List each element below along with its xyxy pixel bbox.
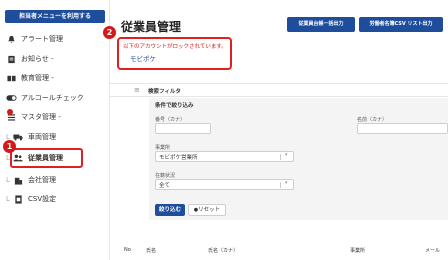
- table-header-office: 事業所: [350, 248, 366, 254]
- table-header-name-kana: 氏名（カナ）: [208, 248, 239, 254]
- sidebar-item-label: お知らせ -: [21, 55, 54, 63]
- sidebar-item-csv-settings[interactable]: L CSV設定: [0, 191, 110, 207]
- sidebar-item-alerts[interactable]: アラート管理: [0, 31, 110, 47]
- sidebar-item-label: アルコールチェック: [21, 94, 84, 102]
- status-select-value: 全て: [159, 183, 171, 189]
- annotation-badge-1: 1: [3, 140, 16, 153]
- sidebar-item-label: 教育管理 -: [21, 74, 54, 82]
- filter-panel: 条件で絞り込み 番号（カナ） 名前（カナ） 事業所 モビポケ営業所 ▾ 在籍状況…: [149, 98, 448, 220]
- filter-panel-title: 条件で絞り込み: [155, 103, 194, 109]
- chevron-down-icon: ▾: [285, 152, 288, 158]
- annotation-badge-2: 2: [103, 26, 116, 39]
- sidebar-item-label: 車両管理: [28, 133, 56, 141]
- bell-icon: [5, 34, 17, 44]
- filter-search-button[interactable]: 絞り込む: [155, 204, 185, 216]
- office-select-value: モビポケ営業所: [159, 155, 198, 161]
- admin-menu-button[interactable]: 担当者メニューを利用する: [5, 10, 105, 23]
- locked-account-link[interactable]: モビポケ: [130, 53, 156, 63]
- lock-alert: 以下のアカウントがロックされています。 モビポケ: [117, 37, 232, 70]
- sidebar-item-vehicles[interactable]: L 車両管理: [0, 129, 110, 145]
- highlight-employees: [10, 148, 83, 168]
- table-header-no: No: [124, 247, 131, 253]
- sidebar-item-label: 会社管理: [28, 176, 56, 184]
- employee-no-label: 番号（カナ）: [155, 117, 186, 123]
- bulk-output-button[interactable]: 従業員台帳一括出力: [287, 17, 355, 32]
- sidebar-item-companies[interactable]: L 会社管理: [0, 172, 110, 188]
- status-select[interactable]: 全て ▾: [155, 179, 294, 190]
- truck-icon: [12, 132, 24, 142]
- csv-file-icon: [12, 194, 24, 204]
- menu-icon: ≡: [134, 86, 140, 94]
- sidebar-item-label: アラート管理: [21, 35, 63, 43]
- notification-dot: [7, 109, 13, 115]
- sidebar-item-label: マスタ管理 -: [21, 113, 61, 121]
- reset-label: リセット: [198, 207, 221, 213]
- employee-no-input[interactable]: [155, 123, 211, 134]
- filter-reset-button[interactable]: ●リセット: [188, 204, 226, 216]
- page-title: 従業員管理: [121, 20, 182, 34]
- name-kana-label: 名前（カナ）: [357, 117, 388, 123]
- search-filter-header[interactable]: ≡ 検索フィルタ: [110, 83, 448, 97]
- sidebar: 担当者メニューを利用する アラート管理 お知らせ - 教育管理 - アルコールチ…: [0, 0, 110, 260]
- office-select[interactable]: モビポケ営業所 ▾: [155, 151, 294, 162]
- tree-branch-marker: L: [6, 176, 10, 184]
- sidebar-item-master[interactable]: マスタ管理 -: [0, 109, 110, 125]
- table-header-name: 氏名: [146, 248, 157, 254]
- sidebar-item-alcohol-check[interactable]: アルコールチェック: [0, 90, 110, 106]
- select-divider: [280, 154, 281, 160]
- document-icon: [5, 54, 17, 64]
- status-label: 在籍状況: [155, 173, 176, 179]
- alert-message: 以下のアカウントがロックされています。: [123, 44, 227, 50]
- sidebar-item-education[interactable]: 教育管理 -: [0, 70, 110, 86]
- book-icon: [5, 73, 17, 83]
- building-icon: [12, 175, 24, 185]
- chevron-down-icon: ▾: [285, 180, 288, 186]
- table-header-email: メール: [425, 248, 441, 254]
- tree-branch-marker: L: [6, 195, 10, 203]
- csv-list-output-button[interactable]: 労働者名簿CSV リスト出力: [359, 17, 443, 32]
- select-divider: [280, 182, 281, 188]
- office-label: 事業所: [155, 145, 171, 151]
- search-filter-title: 検索フィルタ: [148, 89, 181, 95]
- sidebar-item-label: CSV設定: [28, 195, 57, 203]
- toggle-icon: [5, 93, 17, 103]
- name-kana-input[interactable]: [357, 123, 448, 134]
- sidebar-item-notices[interactable]: お知らせ -: [0, 51, 110, 67]
